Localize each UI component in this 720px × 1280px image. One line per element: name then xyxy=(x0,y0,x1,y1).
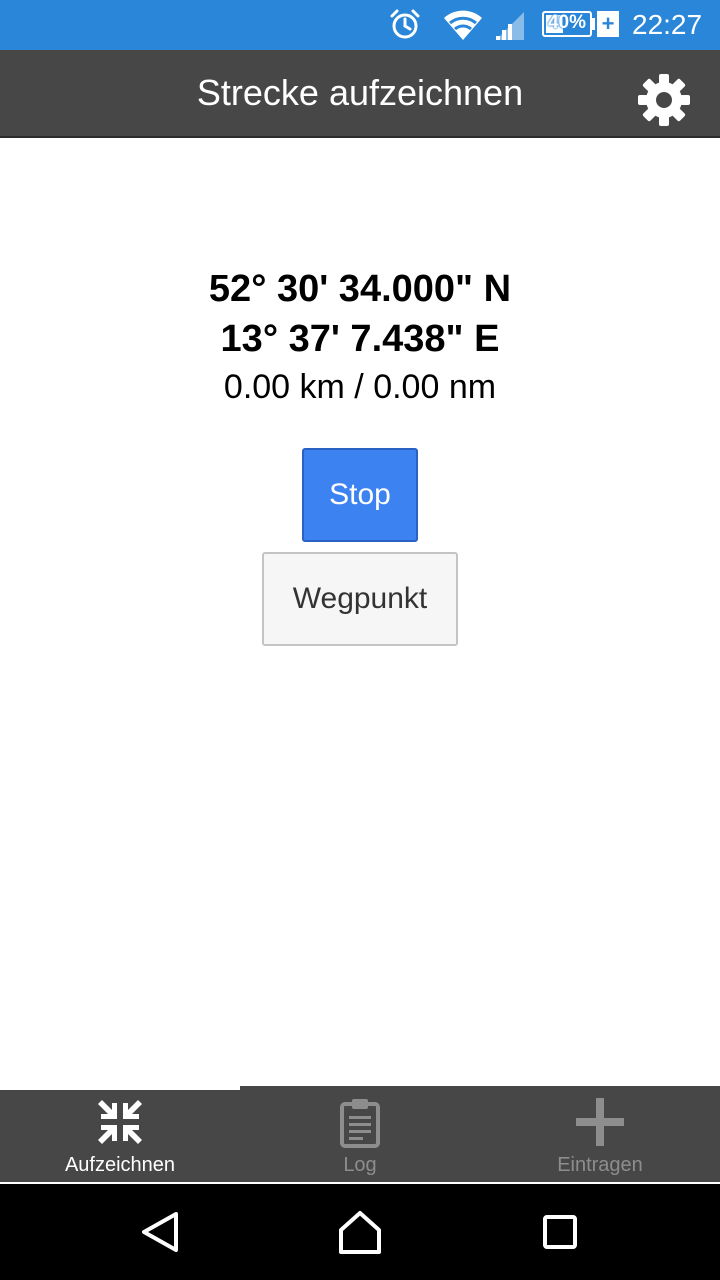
compress-arrows-icon xyxy=(98,1100,142,1144)
wifi-icon xyxy=(444,10,482,40)
plus-icon xyxy=(576,1098,624,1146)
status-time: 22:27 xyxy=(632,9,703,40)
gear-icon[interactable] xyxy=(636,72,692,128)
record-track-panel: 52° 30' 34.000" N 13° 37' 7.438" E 0.00 … xyxy=(0,138,720,1086)
tab-log[interactable]: Log xyxy=(240,1086,480,1184)
app-screen: 40% + 22:27 Strecke aufzeichnen 52° 30' … xyxy=(0,0,720,1280)
tab-eintragen[interactable]: Eintragen xyxy=(480,1086,720,1184)
clipboard-icon xyxy=(340,1099,380,1148)
page-title: Strecke aufzeichnen xyxy=(196,72,524,113)
app-toolbar: Strecke aufzeichnen xyxy=(0,50,720,138)
battery-percent: 40% xyxy=(547,12,587,33)
back-icon[interactable] xyxy=(136,1208,184,1256)
waypoint-button[interactable]: Wegpunkt xyxy=(262,552,458,646)
recents-icon[interactable] xyxy=(536,1208,584,1256)
longitude-readout: 13° 37' 7.438" E xyxy=(220,318,500,360)
bottom-tab-bar: Aufzeichnen Log Eintragen xyxy=(0,1086,720,1184)
tab-label-aufzeichnen: Aufzeichnen xyxy=(64,1154,176,1176)
battery-icon: 40% xyxy=(542,11,592,37)
charging-icon: + xyxy=(597,11,619,37)
alarm-icon xyxy=(390,9,420,39)
battery-terminal xyxy=(591,18,595,30)
tab-aufzeichnen[interactable]: Aufzeichnen xyxy=(0,1086,240,1184)
home-icon[interactable] xyxy=(336,1208,384,1256)
stop-button[interactable]: Stop xyxy=(302,448,418,542)
tab-label-eintragen: Eintragen xyxy=(557,1154,643,1176)
system-nav-bar xyxy=(0,1184,720,1280)
latitude-readout: 52° 30' 34.000" N xyxy=(208,268,512,310)
signal-icon xyxy=(496,12,524,40)
tab-label-log: Log xyxy=(343,1154,377,1176)
distance-readout: 0.00 km / 0.00 nm xyxy=(223,368,497,406)
status-bar: 40% + 22:27 xyxy=(0,0,720,50)
